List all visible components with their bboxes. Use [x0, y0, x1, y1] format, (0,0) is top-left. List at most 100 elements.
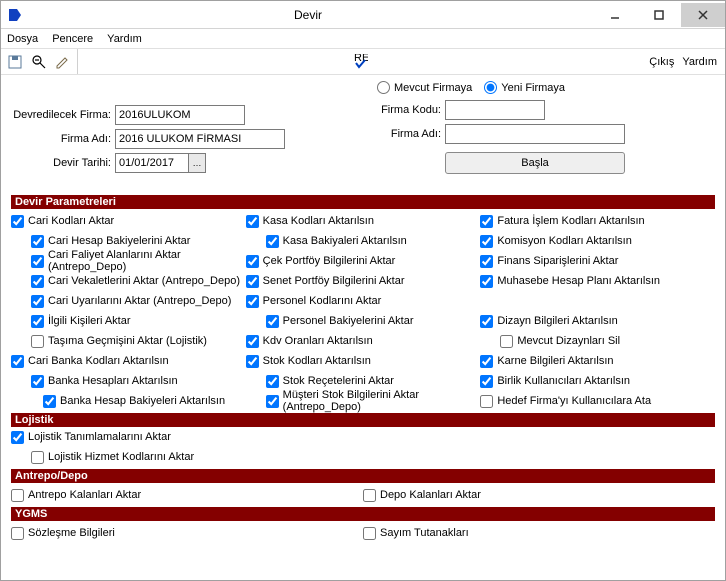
- record-icon[interactable]: REC: [352, 54, 368, 70]
- warehouse-left-checkbox[interactable]: [11, 489, 24, 502]
- params-col2-checkbox-2[interactable]: [246, 255, 259, 268]
- app-icon: [7, 7, 23, 23]
- ygms-left-checkbox[interactable]: [11, 527, 24, 540]
- params-col2-checkbox-1[interactable]: [266, 235, 279, 248]
- params-col2-checkbox-4[interactable]: [246, 295, 259, 308]
- radio-new-firm[interactable]: Yeni Firmaya: [484, 81, 565, 94]
- radio-existing-firm[interactable]: Mevcut Firmaya: [377, 81, 472, 94]
- date-input[interactable]: [115, 153, 189, 173]
- params-col3-checkbox-6[interactable]: [500, 335, 513, 348]
- params-col2-label-5[interactable]: Personel Bakiyelerini Aktar: [283, 315, 414, 327]
- params-col1-checkbox-2[interactable]: [31, 255, 44, 268]
- params-col1-label-2[interactable]: Cari Faliyet Alanlarını Aktar (Antrepo_D…: [48, 249, 246, 273]
- ygms-left-label[interactable]: Sözleşme Bilgileri: [28, 527, 115, 539]
- maximize-button[interactable]: [637, 3, 681, 27]
- firm-name-input[interactable]: [115, 129, 285, 149]
- menu-file[interactable]: Dosya: [7, 33, 38, 45]
- params-col2-label-9[interactable]: Müşteri Stok Bilgilerini Aktar (Antrepo_…: [283, 389, 481, 413]
- params-col2-checkbox-9[interactable]: [266, 395, 279, 408]
- params-col1-label-9[interactable]: Banka Hesap Bakiyeleri Aktarılsın: [60, 395, 225, 407]
- warehouse-right-checkbox[interactable]: [363, 489, 376, 502]
- params-col1-label-0[interactable]: Cari Kodları Aktar: [28, 215, 114, 227]
- menu-window[interactable]: Pencere: [52, 33, 93, 45]
- params-col3-label-1[interactable]: Komisyon Kodları Aktarılsın: [497, 235, 632, 247]
- toolbar-exit[interactable]: Çıkış: [649, 56, 674, 68]
- params-col2-label-2[interactable]: Çek Portföy Bilgilerini Aktar: [263, 255, 396, 267]
- edit-icon[interactable]: [55, 54, 71, 70]
- params-col2-label-8[interactable]: Stok Reçetelerini Aktar: [283, 375, 394, 387]
- params-col3-checkbox-7[interactable]: [480, 355, 493, 368]
- params-col1-label-5[interactable]: İlgili Kişileri Aktar: [48, 315, 131, 327]
- menu-bar: Dosya Pencere Yardım: [1, 29, 725, 49]
- params-col2-label-1[interactable]: Kasa Bakiyaleri Aktarılsın: [283, 235, 407, 247]
- params-col2-checkbox-7[interactable]: [246, 355, 259, 368]
- firm-name2-input[interactable]: [445, 124, 625, 144]
- date-picker-button[interactable]: …: [188, 153, 206, 173]
- params-col2-checkbox-6[interactable]: [246, 335, 259, 348]
- params-col1-checkbox-0[interactable]: [11, 215, 24, 228]
- params-col1-checkbox-6[interactable]: [31, 335, 44, 348]
- radio-existing-input[interactable]: [377, 81, 390, 94]
- params-col3-checkbox-9[interactable]: [480, 395, 493, 408]
- ygms-right-label[interactable]: Sayım Tutanakları: [380, 527, 469, 539]
- params-col3-checkbox-1[interactable]: [480, 235, 493, 248]
- params-col1-checkbox-3[interactable]: [31, 275, 44, 288]
- close-button[interactable]: [681, 3, 725, 27]
- params-col3-label-0[interactable]: Fatura İşlem Kodları Aktarılsın: [497, 215, 644, 227]
- params-col2-checkbox-8[interactable]: [266, 375, 279, 388]
- params-col3-label-7[interactable]: Karne Bilgileri Aktarılsın: [497, 355, 613, 367]
- logistics-label-1[interactable]: Lojistik Hizmet Kodlarını Aktar: [48, 451, 194, 463]
- params-col3-checkbox-3[interactable]: [480, 275, 493, 288]
- params-col3-label-3[interactable]: Muhasebe Hesap Planı Aktarılsın: [497, 275, 660, 287]
- params-col1-label-3[interactable]: Cari Vekaletlerini Aktar (Antrepo_Depo): [48, 275, 240, 287]
- minimize-button[interactable]: [593, 3, 637, 27]
- date-label: Devir Tarihi:: [11, 157, 111, 169]
- logistics-checkbox-1[interactable]: [31, 451, 44, 464]
- params-col2-checkbox-5[interactable]: [266, 315, 279, 328]
- params-col1-checkbox-7[interactable]: [11, 355, 24, 368]
- warehouse-left-label[interactable]: Antrepo Kalanları Aktar: [28, 489, 141, 501]
- params-col1-checkbox-9[interactable]: [43, 395, 56, 408]
- params-col1-label-6[interactable]: Taşıma Geçmişini Aktar (Lojistik): [48, 335, 207, 347]
- params-col2-label-4[interactable]: Personel Kodlarını Aktar: [263, 295, 382, 307]
- params-col1-label-1[interactable]: Cari Hesap Bakiyelerini Aktar: [48, 235, 190, 247]
- logistics-checkbox-0[interactable]: [11, 431, 24, 444]
- params-col1-checkbox-1[interactable]: [31, 235, 44, 248]
- logistics-label-0[interactable]: Lojistik Tanımlamalarını Aktar: [28, 431, 171, 443]
- svg-text:REC: REC: [354, 54, 368, 64]
- menu-help[interactable]: Yardım: [107, 33, 142, 45]
- params-col3-label-2[interactable]: Finans Siparişlerini Aktar: [497, 255, 618, 267]
- firm-code-input[interactable]: [445, 100, 545, 120]
- params-col3-checkbox-8[interactable]: [480, 375, 493, 388]
- params-col1-label-8[interactable]: Banka Hesapları Aktarılsın: [48, 375, 178, 387]
- params-col3-label-8[interactable]: Birlik Kullanıcıları Aktarılsın: [497, 375, 630, 387]
- params-col2-label-0[interactable]: Kasa Kodları Aktarılsın: [263, 215, 374, 227]
- params-col1-label-7[interactable]: Cari Banka Kodları Aktarılsın: [28, 355, 169, 367]
- section-logistics-header: Lojistik: [11, 413, 715, 427]
- params-col1-checkbox-8[interactable]: [31, 375, 44, 388]
- params-col3-label-6[interactable]: Mevcut Dizaynları Sil: [517, 335, 620, 347]
- toolbar: REC Çıkış Yardım: [1, 49, 725, 75]
- params-col2-checkbox-0[interactable]: [246, 215, 259, 228]
- params-col2-label-7[interactable]: Stok Kodları Aktarılsın: [263, 355, 371, 367]
- firm-input[interactable]: [115, 105, 245, 125]
- save-icon[interactable]: [7, 54, 23, 70]
- toolbar-help[interactable]: Yardım: [682, 56, 717, 68]
- params-col1-checkbox-4[interactable]: [31, 295, 44, 308]
- ygms-right-checkbox[interactable]: [363, 527, 376, 540]
- params-col2-checkbox-3[interactable]: [246, 275, 259, 288]
- params-col1-label-4[interactable]: Cari Uyarılarını Aktar (Antrepo_Depo): [48, 295, 231, 307]
- radio-new-input[interactable]: [484, 81, 497, 94]
- params-col1-checkbox-5[interactable]: [31, 315, 44, 328]
- params-col2-label-6[interactable]: Kdv Oranları Aktarılsın: [263, 335, 373, 347]
- title-bar: Devir: [1, 1, 725, 29]
- params-col3-checkbox-5[interactable]: [480, 315, 493, 328]
- params-col2-label-3[interactable]: Senet Portföy Bilgilerini Aktar: [263, 275, 405, 287]
- start-button[interactable]: Başla: [445, 152, 625, 174]
- zoom-out-icon[interactable]: [31, 54, 47, 70]
- params-col3-label-5[interactable]: Dizayn Bilgileri Aktarılsın: [497, 315, 617, 327]
- params-col3-checkbox-2[interactable]: [480, 255, 493, 268]
- warehouse-right-label[interactable]: Depo Kalanları Aktar: [380, 489, 481, 501]
- params-col3-checkbox-0[interactable]: [480, 215, 493, 228]
- params-col3-label-9[interactable]: Hedef Firma'yı Kullanıcılara Ata: [497, 395, 651, 407]
